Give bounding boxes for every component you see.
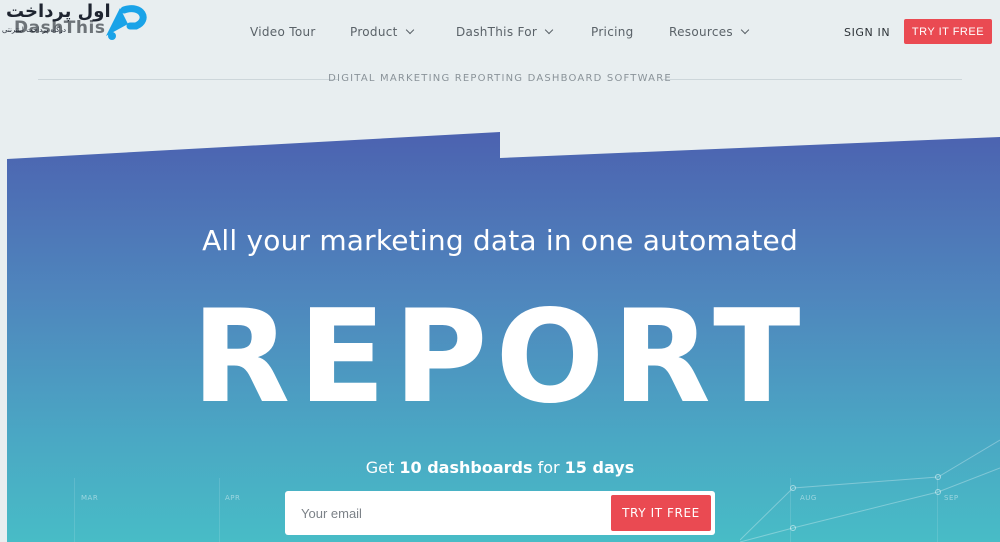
chevron-down-icon bbox=[740, 25, 750, 35]
nav-dashthis-for-label: DashThis For bbox=[456, 25, 538, 39]
nav-video-tour[interactable]: Video Tour bbox=[250, 25, 316, 39]
email-input[interactable] bbox=[285, 491, 605, 535]
hero-big-word: REPORT bbox=[191, 283, 809, 432]
signup-form: TRY IT FREE bbox=[285, 491, 715, 535]
nav-resources-label: Resources bbox=[669, 25, 733, 39]
offer-dashboards: 10 dashboards bbox=[399, 458, 533, 477]
offer-days: 15 days bbox=[564, 458, 635, 477]
decorative-chart-lines bbox=[740, 439, 1000, 542]
hero-headline: All your marketing data in one automated bbox=[202, 224, 798, 257]
logo-persian-subtext: درگاه پرداخت اینترنتی bbox=[2, 26, 67, 34]
nav-pricing[interactable]: Pricing bbox=[591, 25, 634, 39]
offer-prefix: Get bbox=[365, 458, 395, 477]
chevron-down-icon bbox=[544, 25, 554, 35]
nav-dashthis-for[interactable]: DashThis For bbox=[456, 25, 554, 39]
month-label: APR bbox=[225, 494, 241, 502]
hero-offer: Get 10 dashboards for 15 days bbox=[0, 458, 1000, 477]
logo-persian-text: اول پرداخت bbox=[6, 1, 111, 22]
try-it-free-submit-button[interactable]: TRY IT FREE bbox=[611, 495, 711, 531]
chart-gridline bbox=[219, 478, 220, 542]
nav-product-label: Product bbox=[350, 25, 398, 39]
logo[interactable]: DashThis اول پرداخت درگاه پرداخت اینترنت… bbox=[0, 0, 150, 48]
nav-resources[interactable]: Resources bbox=[669, 25, 750, 39]
offer-mid: for bbox=[537, 458, 560, 477]
try-it-free-header-button[interactable]: TRY IT FREE bbox=[904, 19, 992, 44]
month-label: MAR bbox=[81, 494, 99, 502]
nav-pricing-label: Pricing bbox=[591, 25, 634, 39]
logo-badge-icon bbox=[106, 5, 147, 40]
chart-gridline bbox=[74, 478, 75, 542]
nav-product[interactable]: Product bbox=[350, 25, 414, 39]
chevron-down-icon bbox=[405, 25, 414, 35]
nav-video-tour-label: Video Tour bbox=[250, 25, 316, 39]
tagline: DIGITAL MARKETING REPORTING DASHBOARD SO… bbox=[328, 73, 672, 84]
sign-in-link[interactable]: SIGN IN bbox=[844, 26, 890, 39]
